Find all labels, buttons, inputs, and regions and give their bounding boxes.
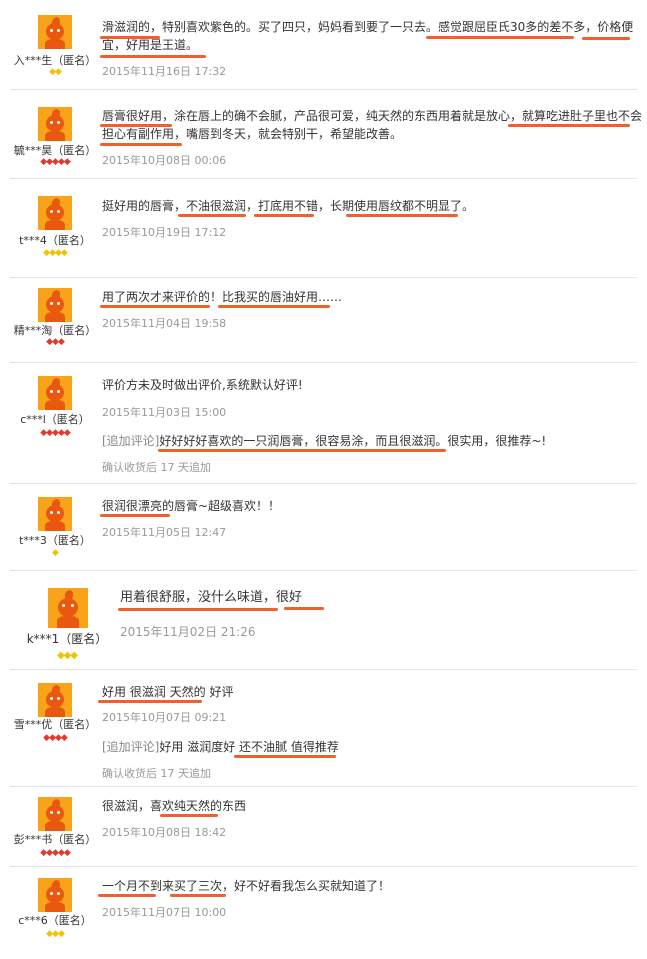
buyer-level-badge: ◆◆◆◆◆ — [40, 428, 71, 438]
buyer-level-badge: ◆◆ — [49, 67, 62, 77]
review-text: 很润很漂亮的唇膏~超级喜欢！！ — [102, 499, 281, 513]
review-text: 唇膏很好用，涂在唇上的确不会腻，产品很可爱，纯天然的东西用着就是放心，就算吃进肚… — [102, 109, 643, 123]
highlight-underline — [100, 514, 170, 517]
highlight-underline — [100, 36, 160, 39]
highlight-underline — [158, 449, 446, 452]
avatar[interactable] — [48, 588, 88, 628]
username[interactable]: 精***淘（匿名） — [10, 322, 100, 338]
review-text: 用着很舒服，没什么味道，很好 — [120, 590, 303, 605]
highlight-underline — [100, 55, 206, 58]
username[interactable]: k***1（匿名） — [22, 630, 112, 647]
avatar[interactable] — [38, 797, 72, 831]
followup-review: [追加评论]好好好好喜欢的一只润唇膏，很容易涂，而且很滋润。很实用，很推荐~! — [102, 432, 546, 450]
review-date: 2015年10月08日 00:06 — [102, 154, 227, 167]
review-date: 2015年11月05日 12:47 — [102, 526, 227, 539]
highlight-underline — [160, 814, 218, 817]
followup-tag: [追加评论] — [102, 740, 160, 754]
review-text: 很滋润，喜欢纯天然的东西 — [102, 799, 247, 813]
username[interactable]: t***3（匿名） — [10, 532, 100, 548]
review-text: 担心有副作用，嘴唇到冬天，就会特别干，希望能改善。 — [102, 127, 403, 141]
buyer-level-badge: ◆◆◆◆◆ — [40, 157, 71, 167]
avatar[interactable] — [38, 15, 72, 49]
highlight-underline — [170, 894, 226, 897]
highlight-underline — [254, 214, 314, 217]
followup-review: [追加评论]好用 滋润度好 还不油腻 值得推荐 — [102, 738, 339, 756]
divider — [10, 362, 637, 363]
buyer-level-badge: ◆◆◆◆◆ — [40, 848, 71, 858]
review-date: 2015年11月02日 21:26 — [120, 625, 256, 639]
highlight-underline — [118, 608, 278, 611]
avatar[interactable] — [38, 376, 72, 410]
highlight-underline — [100, 143, 182, 146]
username[interactable]: 入***生（匿名） — [10, 52, 100, 68]
divider — [10, 277, 637, 278]
review-date: 2015年11月03日 15:00 — [102, 406, 227, 419]
followup-tag: [追加评论] — [102, 434, 160, 448]
followup-text: 好好好好喜欢的一只润唇膏，很容易涂，而且很滋润。很实用，很推荐~! — [159, 434, 547, 448]
avatar[interactable] — [38, 288, 72, 322]
avatar[interactable] — [38, 683, 72, 717]
username[interactable]: t***4（匿名） — [10, 232, 100, 248]
review-text: 好用 很滋润 天然的 好评 — [102, 685, 234, 699]
highlight-underline — [178, 214, 246, 217]
highlight-underline — [100, 305, 210, 308]
review-text: 一个月不到来买了三次，好不好看我怎么买就知道了！ — [102, 879, 391, 893]
highlight-underline — [426, 36, 574, 39]
avatar[interactable] — [38, 878, 72, 912]
buyer-level-badge: ◆◆◆ — [46, 929, 65, 939]
divider — [10, 669, 637, 670]
review-date: 2015年11月16日 17:32 — [102, 65, 227, 78]
divider — [10, 178, 637, 179]
highlight-underline — [98, 894, 156, 897]
buyer-level-badge: ◆◆◆ — [46, 337, 65, 347]
avatar[interactable] — [38, 196, 72, 230]
review-date: 2015年10月19日 17:12 — [102, 226, 227, 239]
username[interactable]: 毓***昊（匿名） — [10, 142, 100, 158]
divider — [10, 866, 637, 867]
followup-meta: 确认收货后 17 天追加 — [102, 767, 211, 780]
review-date: 2015年11月04日 19:58 — [102, 317, 227, 330]
highlight-underline — [218, 305, 330, 308]
username[interactable]: 彭***书（匿名） — [10, 831, 100, 847]
highlight-underline — [234, 755, 336, 758]
review-text: 评价方未及时做出评价,系统默认好评! — [102, 378, 303, 392]
divider — [10, 786, 637, 787]
review-date: 2015年11月07日 10:00 — [102, 906, 227, 919]
buyer-level-badge: ◆◆◆◆ — [43, 733, 68, 743]
username[interactable]: c***6（匿名） — [10, 912, 100, 928]
highlight-underline — [346, 214, 458, 217]
avatar[interactable] — [38, 497, 72, 531]
review-text: 挺好用的唇膏，不油很滋润，打底用不错，长期使用唇纹都不明显了。 — [102, 199, 475, 213]
buyer-level-badge: ◆◆◆◆ — [43, 248, 68, 258]
username[interactable]: 雪***优（匿名） — [10, 716, 100, 732]
followup-meta: 确认收货后 17 天追加 — [102, 461, 211, 474]
divider — [10, 483, 637, 484]
highlight-underline — [284, 607, 324, 610]
highlight-underline — [508, 124, 630, 127]
followup-text: 好用 滋润度好 还不油腻 值得推荐 — [159, 740, 339, 754]
divider — [10, 89, 637, 90]
highlight-underline — [582, 37, 630, 40]
review-text: 用了两次才来评价的！比我买的唇油好用…… — [102, 290, 343, 304]
divider — [10, 570, 637, 571]
review-date: 2015年10月08日 18:42 — [102, 826, 227, 839]
highlight-underline — [100, 124, 172, 127]
review-text: 滑滋润的，特别喜欢紫色的。买了四只，妈妈看到要了一只去。感觉跟屈臣氏30多的差不… — [102, 20, 634, 34]
username[interactable]: c***l（匿名） — [10, 411, 100, 427]
buyer-level-badge: ◆ — [52, 548, 59, 558]
buyer-level-badge: ◆◆◆ — [56, 650, 78, 661]
highlight-underline — [98, 700, 202, 703]
review-date: 2015年10月07日 09:21 — [102, 711, 227, 724]
avatar[interactable] — [38, 107, 72, 141]
